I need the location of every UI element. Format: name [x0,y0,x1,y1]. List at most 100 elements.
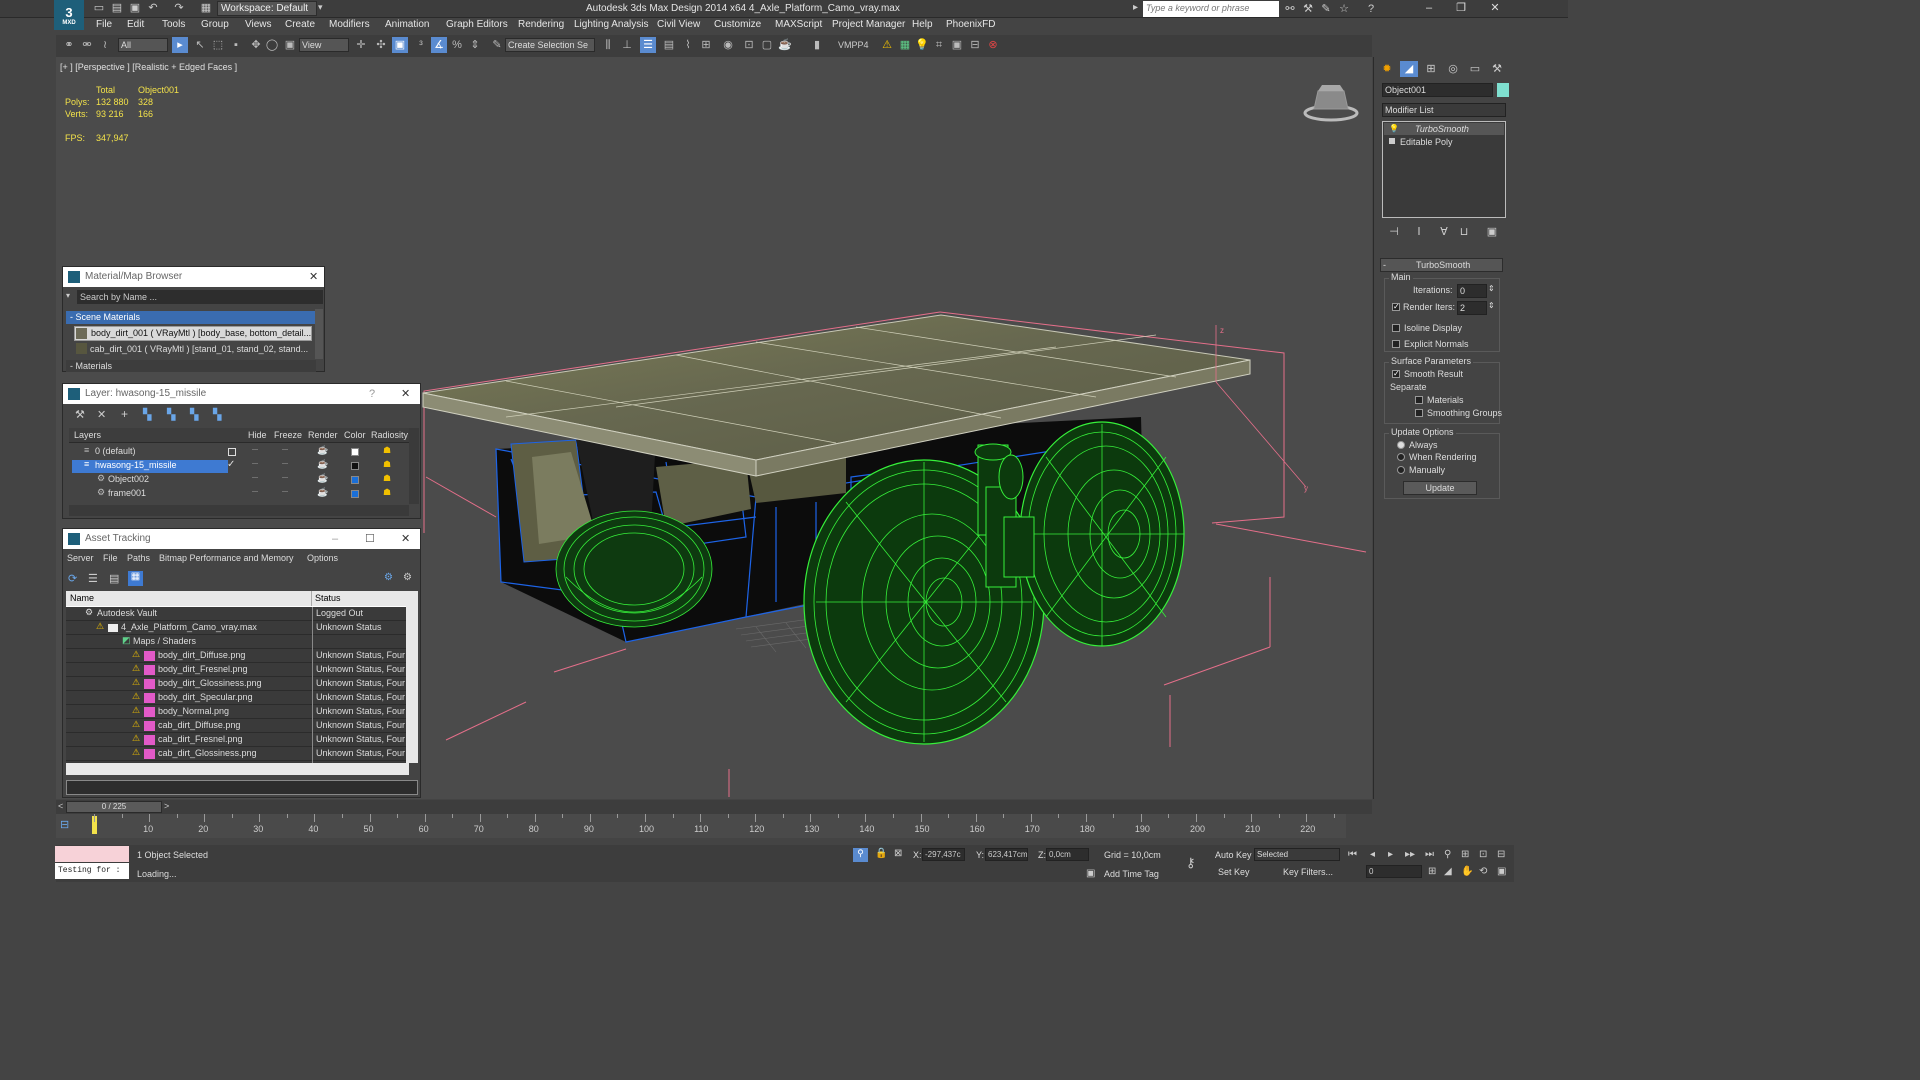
material-item-body-dirt[interactable]: body_dirt_001 ( VRayMtl ) [body_base, bo… [74,326,312,341]
material-browser-close-icon[interactable]: ✕ [309,267,318,287]
light-bulb-icon[interactable]: 💡 [914,37,930,53]
menu-group[interactable]: Group [201,19,229,30]
new-file-icon[interactable]: ▭ [92,2,106,15]
vray-frame-buffer-icon[interactable]: ▮ [809,37,825,53]
time-slider-next-icon[interactable]: > [164,801,169,811]
asset-path-field[interactable] [66,780,418,795]
layer-manager-titlebar[interactable]: Layer: hwasong-15_missile ? ✕ [63,384,420,404]
maxscript-listener-pink[interactable] [55,846,129,862]
angle-snap-icon[interactable]: ∡ [431,37,447,53]
utilities-tab-icon[interactable]: ⚒ [1488,61,1506,77]
table-row[interactable]: ⚙ Autodesk Vault Logged Out [66,607,409,621]
hide-toggle[interactable]: ┄ [252,459,258,470]
select-in-layer-icon[interactable]: ▚ [143,408,151,421]
menu-customize[interactable]: Customize [714,19,761,30]
menu-phoenixfd[interactable]: PhoenixFD [946,19,995,30]
col-layers[interactable]: Layers [74,430,101,440]
menu-graph-editors[interactable]: Graph Editors [446,19,508,30]
layer-horizontal-scrollbar[interactable] [69,505,409,516]
asset-settings-icon[interactable]: ⚙ [403,572,412,583]
x-coordinate-field[interactable]: -297,437c [922,848,965,861]
layer-manager-icon[interactable]: ☰ [640,37,656,53]
smoothing-groups-checkbox[interactable] [1415,409,1423,417]
key-filters-button[interactable]: Key Filters... [1283,867,1333,877]
play-icon[interactable]: ▸ [1388,849,1393,860]
asset-minimize-icon[interactable]: – [332,529,338,549]
selection-lock-icon[interactable]: 🔒 [875,848,887,859]
undo-icon[interactable]: ↶ [146,2,160,15]
field-of-view-icon[interactable]: ◢ [1444,866,1452,877]
asset-horizontal-scrollbar[interactable] [66,763,409,775]
render-teapot-icon[interactable]: ☕ [317,487,328,498]
radiosity-icon[interactable]: ☗ [383,445,391,456]
pan-icon[interactable]: ✋ [1461,866,1473,877]
bind-spacewarp-icon[interactable]: ≀ [97,37,113,53]
time-slider[interactable] [56,800,1372,814]
go-to-end-icon[interactable]: ⏭ [1425,849,1434,860]
pin-stack-icon[interactable]: ⊣ [1386,224,1402,240]
time-slider-prev-icon[interactable]: < [58,801,63,811]
menu-views[interactable]: Views [245,19,272,30]
list-view-icon[interactable]: ☰ [88,572,98,585]
render-region-icon[interactable]: ⊟ [967,37,983,53]
zoom-icon[interactable]: ⚲ [1444,849,1451,860]
layer-row[interactable]: ⚙ Object002 ┄ ┄ ☕ ☗ [69,473,409,487]
material-item-cab-dirt[interactable]: cab_dirt_001 ( VRayMtl ) [stand_01, stan… [74,342,312,356]
workspace-chevron-icon[interactable]: ▾ [318,2,323,13]
close-window-button[interactable]: ✕ [1480,1,1510,17]
curve-editor-icon[interactable]: ⌇ [680,37,696,53]
motion-tab-icon[interactable]: ◎ [1444,61,1462,77]
modifier-list-dropdown[interactable]: Modifier List [1382,103,1506,117]
named-selection-set-dropdown[interactable]: Create Selection Se [505,38,595,52]
layer-color-swatch[interactable] [351,462,359,470]
table-row[interactable]: ⚠ cab_dirt_Diffuse.png Unknown Status, F… [66,719,409,733]
manipulate-icon[interactable]: ✣ [373,37,389,53]
layer-color-swatch[interactable] [351,490,359,498]
auto-key-button[interactable]: Auto Key [1215,850,1252,860]
search-dropdown-icon[interactable]: ▾ [66,291,74,300]
keyword-search-input[interactable]: Type a keyword or phrase [1143,1,1279,17]
subscription-icon[interactable]: ⚒ [1301,2,1315,16]
env-icon[interactable]: ▦ [897,37,913,53]
link-icon[interactable]: ⚭ [61,37,77,53]
create-layer-icon[interactable]: ⚒ [75,408,85,421]
infocenter-arrow-icon[interactable]: ▸ [1133,2,1138,13]
delete-layer-icon[interactable]: ✕ [97,408,106,421]
save-render-icon[interactable]: ▣ [949,37,965,53]
asset-menu-paths[interactable]: Paths [127,553,150,563]
asset-maximize-icon[interactable]: ☐ [365,529,375,549]
open-file-icon[interactable]: ▤ [110,2,124,15]
col-status-header[interactable]: Status [312,591,406,606]
material-browser-scrollbar[interactable] [315,309,323,359]
select-move-icon[interactable]: ✥ [248,37,264,53]
redo-icon[interactable]: ↷ [172,2,186,15]
detail-view-icon[interactable]: ▤ [109,572,119,585]
freeze-toggle[interactable]: ┄ [282,445,288,456]
go-to-start-icon[interactable]: ⏮ [1348,849,1357,860]
layer-vertical-scrollbar[interactable] [409,428,419,504]
asset-vertical-scrollbar[interactable] [406,591,418,763]
col-hide[interactable]: Hide [248,430,267,440]
freeze-toggle[interactable]: ┄ [282,487,288,498]
lightbulb-icon[interactable]: 💡 [1389,124,1399,133]
communication-icon[interactable]: ✎ [1319,2,1333,16]
col-radiosity[interactable]: Radiosity [371,430,408,440]
configure-sets-icon[interactable]: ▣ [1484,224,1500,240]
table-row[interactable]: ⚠ body_dirt_Diffuse.png Unknown Status, … [66,649,409,663]
asset-menu-options[interactable]: Options [307,553,338,563]
add-to-layer-icon[interactable]: + [121,407,128,421]
material-editor-icon[interactable]: ◉ [720,37,736,53]
col-freeze[interactable]: Freeze [274,430,302,440]
favorites-star-icon[interactable]: ☆ [1337,2,1351,16]
expand-box-icon[interactable] [1389,138,1395,144]
freeze-toggle[interactable]: ┄ [282,459,288,470]
menu-edit[interactable]: Edit [127,19,144,30]
menu-help[interactable]: Help [912,19,933,30]
select-object-icon[interactable]: ▸ [172,37,188,53]
hide-toggle[interactable]: ┄ [252,487,258,498]
layer-help-icon[interactable]: ? [369,384,375,404]
help-icon[interactable]: ? [1364,2,1378,16]
menu-file[interactable]: File [96,19,112,30]
align-icon[interactable]: ⊥ [619,37,635,53]
set-key-icon[interactable]: ⚷ [1186,855,1196,871]
